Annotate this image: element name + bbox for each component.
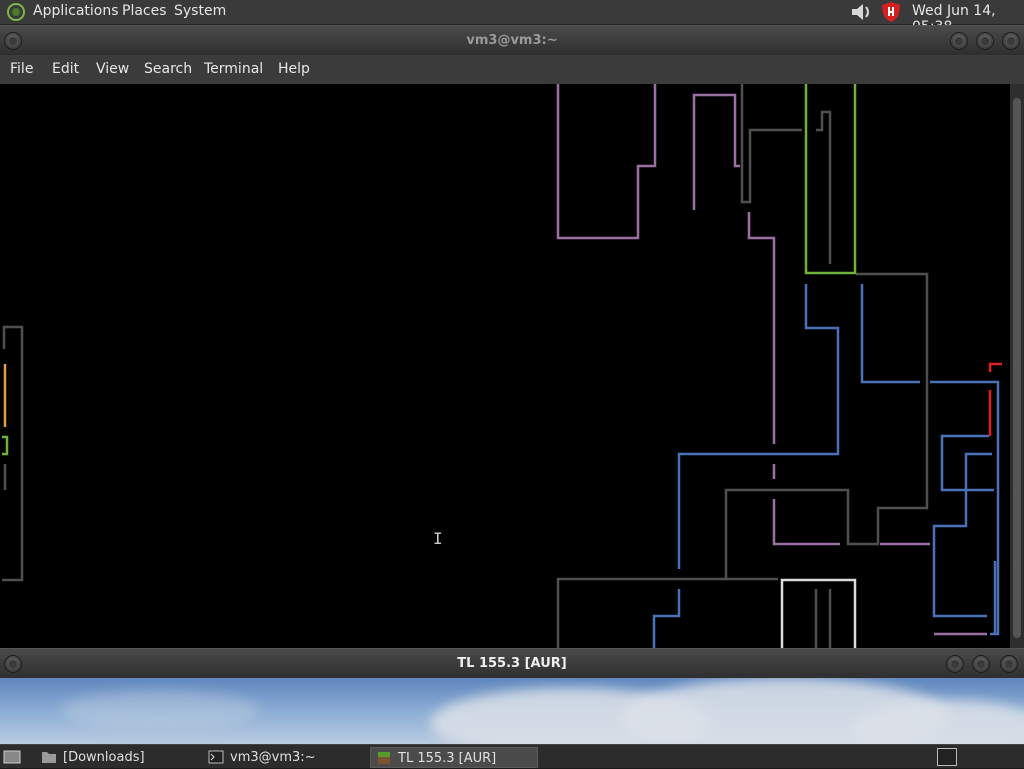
terminal-scrollbar[interactable] — [1010, 84, 1024, 649]
text-cursor-icon: I — [433, 529, 443, 548]
taskbar-item-game[interactable]: TL 155.3 [AUR] — [370, 747, 538, 768]
game-viewport[interactable] — [0, 678, 1024, 744]
terminal-menubar: File Edit View Search Terminal Help — [0, 55, 1024, 84]
pipes-screensaver-drawing — [2, 84, 1002, 649]
taskbar-item-label: [Downloads] — [63, 750, 145, 765]
scrollbar-thumb[interactable] — [1013, 98, 1021, 638]
game-maximize-button[interactable] — [972, 655, 990, 673]
terminal-content[interactable]: I — [0, 84, 1010, 649]
menu-search[interactable]: Search — [144, 61, 192, 77]
game-block-icon — [378, 752, 390, 764]
distro-logo-icon[interactable] — [6, 2, 26, 22]
game-titlebar[interactable]: TL 155.3 [AUR] — [0, 648, 1024, 678]
bottom-taskbar: [Downloads] vm3@vm3:~ TL 155.3 [AUR] — [0, 744, 1024, 768]
taskbar-item-terminal[interactable]: vm3@vm3:~ — [203, 747, 368, 768]
show-desktop-icon[interactable] — [2, 748, 22, 766]
system-menu[interactable]: System — [174, 3, 226, 19]
game-minimize-button[interactable] — [946, 655, 964, 673]
top-panel: Applications Places System Wed Jun 14, 0… — [0, 0, 1024, 35]
shield-icon[interactable] — [880, 1, 902, 23]
speaker-icon[interactable] — [849, 1, 873, 23]
terminal-titlebar[interactable]: vm3@vm3:~ — [0, 25, 1024, 55]
applications-menu[interactable]: Applications — [33, 3, 119, 19]
game-window-title: TL 155.3 [AUR] — [457, 656, 567, 671]
terminal-window-title: vm3@vm3:~ — [466, 33, 558, 48]
taskbar-item-label: vm3@vm3:~ — [230, 750, 316, 765]
folder-icon — [42, 752, 56, 763]
maximize-button[interactable] — [976, 32, 994, 50]
terminal-icon — [208, 750, 224, 764]
menu-help[interactable]: Help — [278, 61, 310, 77]
places-menu[interactable]: Places — [122, 3, 167, 19]
game-close-button[interactable] — [1000, 655, 1018, 673]
close-button[interactable] — [1002, 32, 1020, 50]
menu-file[interactable]: File — [10, 61, 33, 77]
taskbar-item-label: TL 155.3 [AUR] — [398, 751, 497, 766]
menu-edit[interactable]: Edit — [52, 61, 79, 77]
menu-view[interactable]: View — [96, 61, 129, 77]
taskbar-item-downloads[interactable]: [Downloads] — [36, 747, 201, 768]
minimize-button[interactable] — [950, 32, 968, 50]
menu-terminal[interactable]: Terminal — [204, 61, 263, 77]
workspace-switcher-icon[interactable] — [937, 748, 957, 766]
